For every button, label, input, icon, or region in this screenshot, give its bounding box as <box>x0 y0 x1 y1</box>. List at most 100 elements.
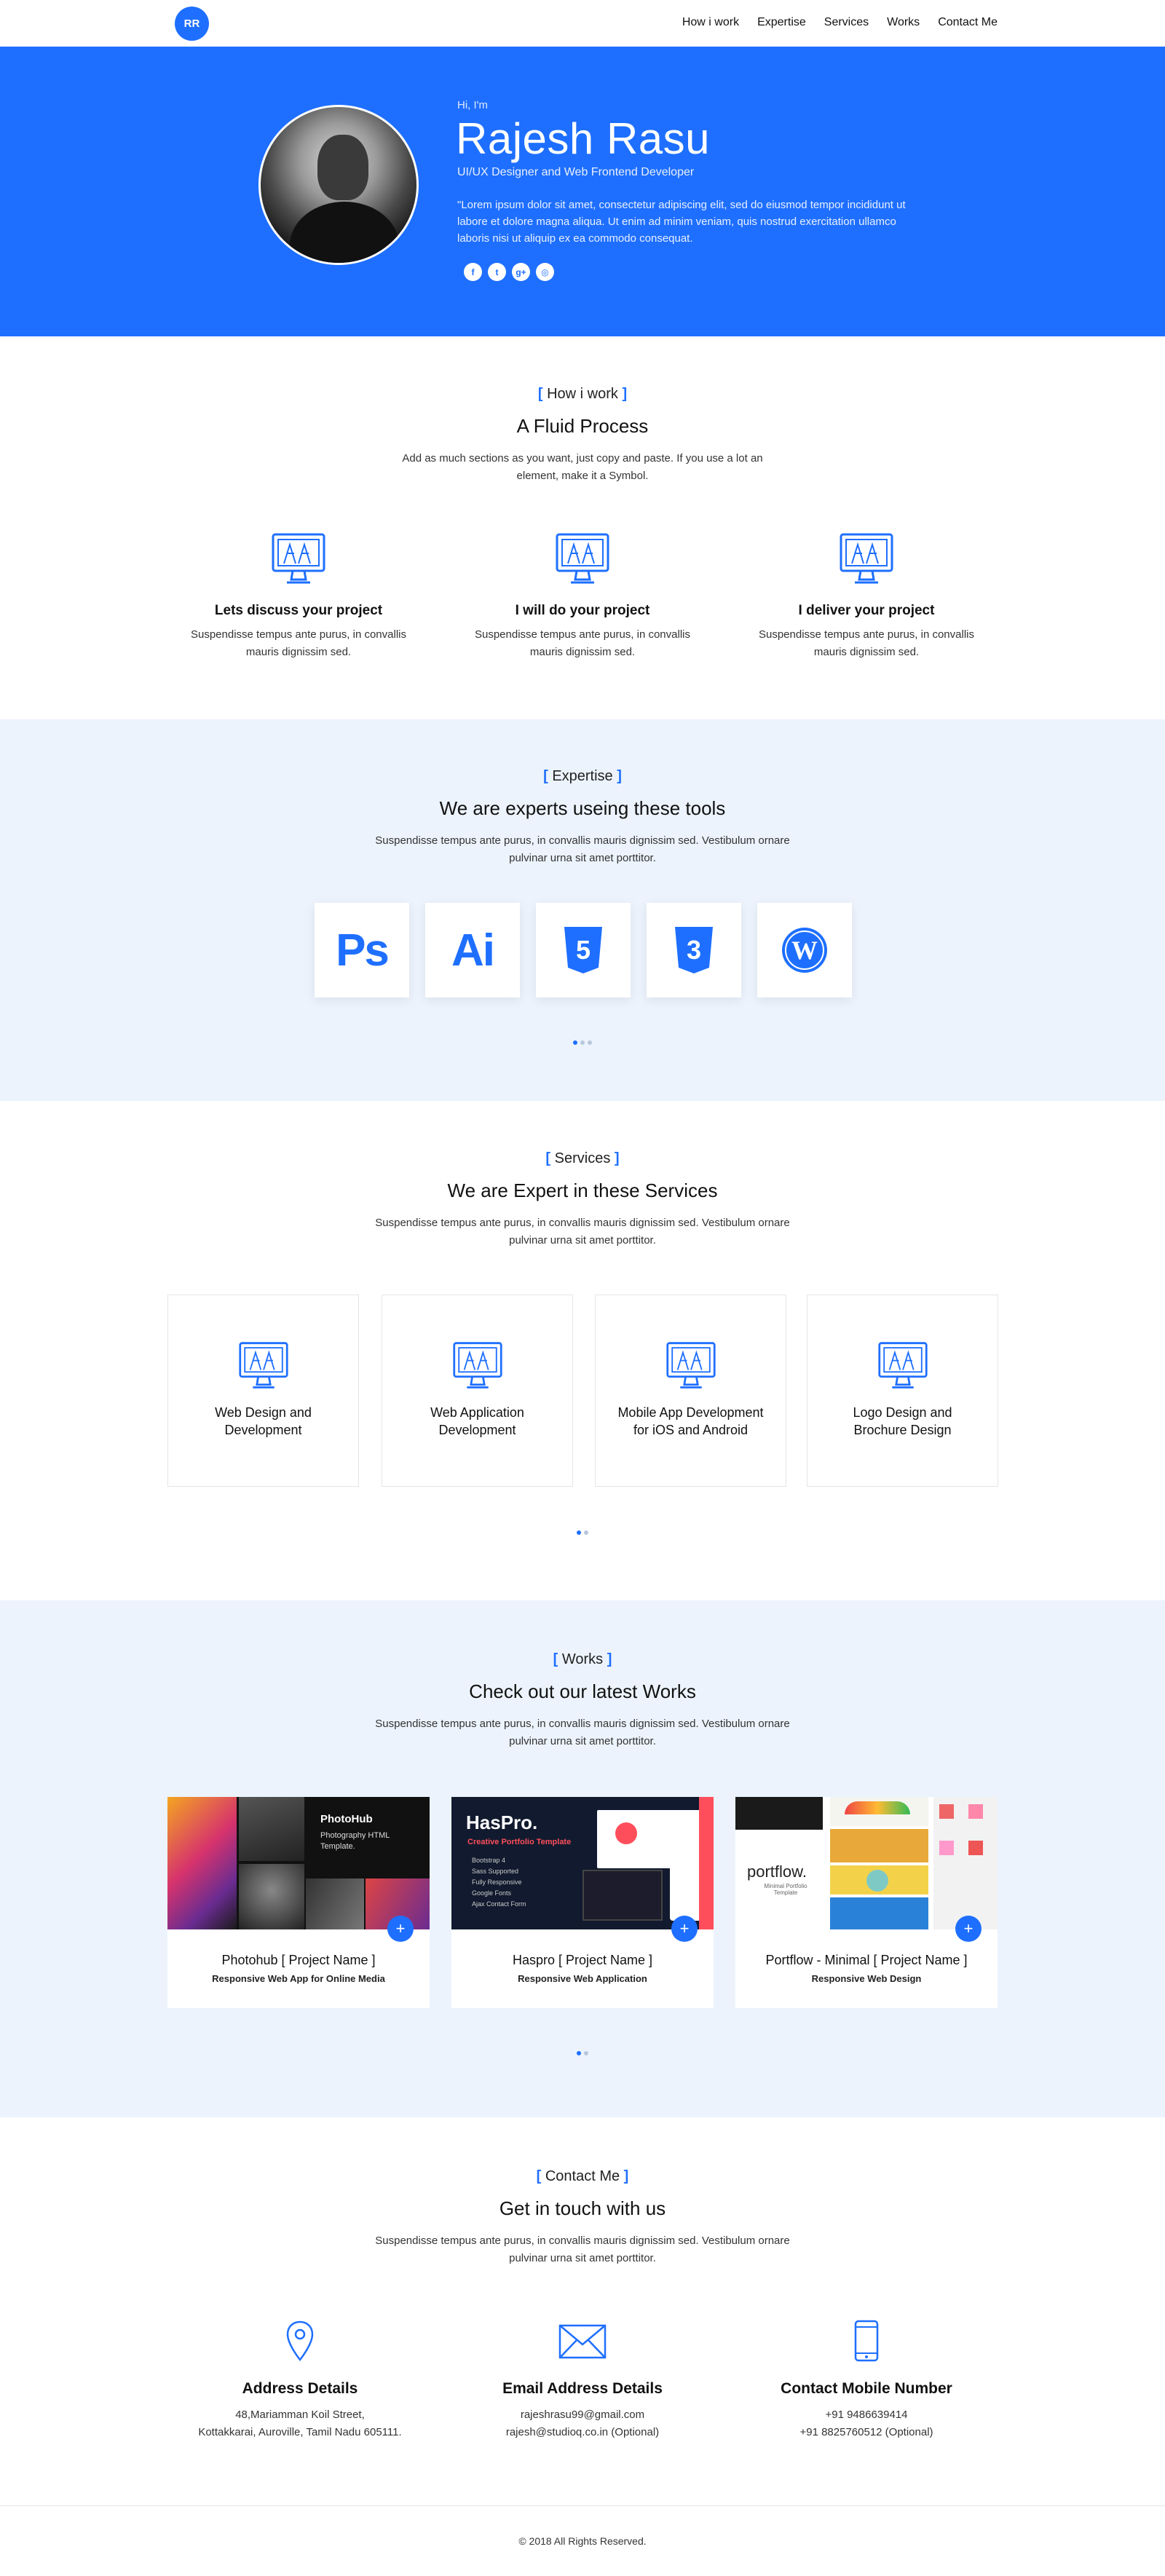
social-links: f t g+ ◎ <box>464 263 554 281</box>
monitor-design-icon <box>877 1342 928 1388</box>
work-subtitle: Responsive Web Design <box>811 1973 922 1984</box>
services-tag: [ Services ] <box>545 1150 620 1166</box>
html5-icon: 5 <box>564 927 602 973</box>
how-desc: Add as much sections as you want, just c… <box>402 452 763 482</box>
work-name: Haspro [ Project Name ] <box>512 1953 653 1967</box>
nav-links: How i work Expertise Services Works Cont… <box>664 15 998 31</box>
service-card[interactable]: Web Design and Development <box>167 1295 359 1487</box>
contact-tag: [ Contact Me ] <box>536 2168 629 2184</box>
monitor-design-icon <box>452 1342 502 1388</box>
footer-copyright: © 2018 All Rights Reserved. <box>518 2535 647 2547</box>
work-name: Photohub [ Project Name ] <box>221 1953 376 1967</box>
service-card[interactable]: Web Application Development <box>382 1295 573 1487</box>
expertise-tag: [ Expertise ] <box>543 768 622 784</box>
work-subtitle: Responsive Web Application <box>518 1973 647 1984</box>
service-label: Logo Design and Brochure Design <box>853 1405 952 1437</box>
service-label: Mobile App Development for iOS and Androi… <box>617 1405 764 1437</box>
open-work-button[interactable]: + <box>387 1916 414 1942</box>
location-pin-icon <box>286 2320 314 2361</box>
nav-link-works[interactable]: Works <box>887 15 920 31</box>
top-nav: RR How i work Expertise Services Works C… <box>0 0 1165 47</box>
work-card[interactable]: HasPro. Creative Portfolio Template Boot… <box>451 1797 714 2008</box>
nav-link-services[interactable]: Services <box>824 15 869 31</box>
service-label: Web Application Development <box>430 1405 524 1437</box>
html5-tool-card[interactable]: 5 <box>536 903 631 997</box>
carousel-dot[interactable] <box>577 1530 581 1535</box>
carousel-dot[interactable] <box>584 2051 588 2055</box>
process-step-desc: Suspendisse tempus ante purus, in conval… <box>758 628 974 658</box>
expertise-title: We are experts useing these tools <box>439 797 726 819</box>
nav-link-expertise[interactable]: Expertise <box>757 15 806 31</box>
open-work-button[interactable]: + <box>955 1916 982 1942</box>
twitter-icon[interactable]: t <box>488 263 506 281</box>
work-thumb-text: Minimal Portfolio Template <box>764 1883 807 1896</box>
svg-text:3: 3 <box>687 935 701 965</box>
carousel-dot[interactable] <box>588 1040 592 1045</box>
avatar <box>258 105 419 265</box>
contact-block: Contact Mobile Number +91 9486639414 +91 … <box>735 2320 998 2441</box>
services-title: We are Expert in these Services <box>447 1180 718 1201</box>
photoshop-icon: Ps <box>336 925 390 976</box>
mobile-phone-icon <box>854 2320 879 2362</box>
contact-desc: Suspendisse tempus ante purus, in conval… <box>375 2235 790 2264</box>
service-label: Web Design and Development <box>215 1405 312 1437</box>
work-thumb-text: Creative Portfolio Template <box>467 1838 572 1846</box>
work-thumb-title: PhotoHub <box>320 1813 373 1825</box>
contact-block-lines: rajeshrasu99@gmail.com rajesh@studioq.co.… <box>505 2409 660 2438</box>
instagram-icon[interactable]: ◎ <box>536 263 554 281</box>
footer-divider <box>0 2505 1165 2506</box>
work-thumbnail: PhotoHub Photography HTML Template. <box>167 1797 430 1929</box>
services-carousel-dots <box>0 1530 1165 1535</box>
carousel-dot[interactable] <box>584 1530 588 1535</box>
open-work-button[interactable]: + <box>671 1916 698 1942</box>
logo[interactable]: RR <box>175 7 209 41</box>
monitor-design-icon <box>238 1342 288 1388</box>
work-card[interactable]: portflow. Minimal Portfolio Template + P… <box>735 1797 998 2008</box>
how-tag: [ How i work ] <box>537 386 628 402</box>
contact-block-title: Email Address Details <box>502 2380 663 2397</box>
work-card[interactable]: PhotoHub Photography HTML Template. + Ph… <box>167 1797 430 2008</box>
work-thumbnail: HasPro. Creative Portfolio Template Boot… <box>451 1797 714 1929</box>
contact-block-title: Address Details <box>242 2380 358 2397</box>
google-plus-icon[interactable]: g+ <box>512 263 530 281</box>
mail-icon <box>558 2324 607 2359</box>
service-card[interactable]: Mobile App Development for iOS and Androi… <box>595 1295 786 1487</box>
facebook-icon[interactable]: f <box>464 263 482 281</box>
css3-tool-card[interactable]: 3 <box>647 903 741 997</box>
svg-text:W: W <box>791 936 818 965</box>
nav-link-contact[interactable]: Contact Me <box>938 15 998 31</box>
process-step-title: I will do your project <box>515 603 650 618</box>
works-tag: [ Works ] <box>553 1651 612 1667</box>
works-title: Check out our latest Works <box>469 1680 696 1702</box>
process-step-desc: Suspendisse tempus ante purus, in conval… <box>190 628 406 658</box>
wordpress-icon: W <box>782 928 827 973</box>
contact-block-lines: +91 9486639414 +91 8825760512 (Optional) <box>799 2409 933 2438</box>
carousel-dot[interactable] <box>580 1040 585 1045</box>
nav-link-how-i-work[interactable]: How i work <box>682 15 739 31</box>
work-thumb-title: HasPro. <box>466 1812 538 1833</box>
contact-title: Get in touch with us <box>499 2197 666 2219</box>
work-thumb-list: Bootstrap 4 Sass Supported Fully Respons… <box>472 1857 526 1908</box>
service-card[interactable]: Logo Design and Brochure Design <box>807 1295 998 1487</box>
carousel-dot[interactable] <box>577 2051 581 2055</box>
contact-block: Email Address Details rajeshrasu99@gmail… <box>451 2320 714 2441</box>
svg-text:5: 5 <box>576 935 591 965</box>
process-step: Lets discuss your project Suspendisse te… <box>182 532 415 661</box>
work-name: Portflow - Minimal [ Project Name ] <box>765 1953 968 1967</box>
work-thumb-title: portflow. <box>747 1862 807 1881</box>
contact-block-title: Contact Mobile Number <box>781 2380 952 2397</box>
process-step: I will do your project Suspendisse tempu… <box>466 532 699 661</box>
monitor-design-icon <box>666 1342 716 1388</box>
hero-section: Hi, I'm Rajesh Rasu UI/UX Designer and W… <box>0 47 1165 336</box>
works-carousel-dots <box>0 2051 1165 2055</box>
monitor-design-icon <box>272 533 325 584</box>
works-desc: Suspendisse tempus ante purus, in conval… <box>375 1718 790 1747</box>
hero-role: UI/UX Designer and Web Frontend Develope… <box>457 166 695 178</box>
expertise-desc: Suspendisse tempus ante purus, in conval… <box>375 834 790 864</box>
process-step-title: Lets discuss your project <box>214 603 383 618</box>
wordpress-tool-card[interactable]: W <box>757 903 852 997</box>
carousel-dot[interactable] <box>573 1040 577 1045</box>
photoshop-tool-card[interactable]: Ps <box>315 903 409 997</box>
illustrator-tool-card[interactable]: Ai <box>425 903 520 997</box>
monitor-design-icon <box>840 533 893 584</box>
